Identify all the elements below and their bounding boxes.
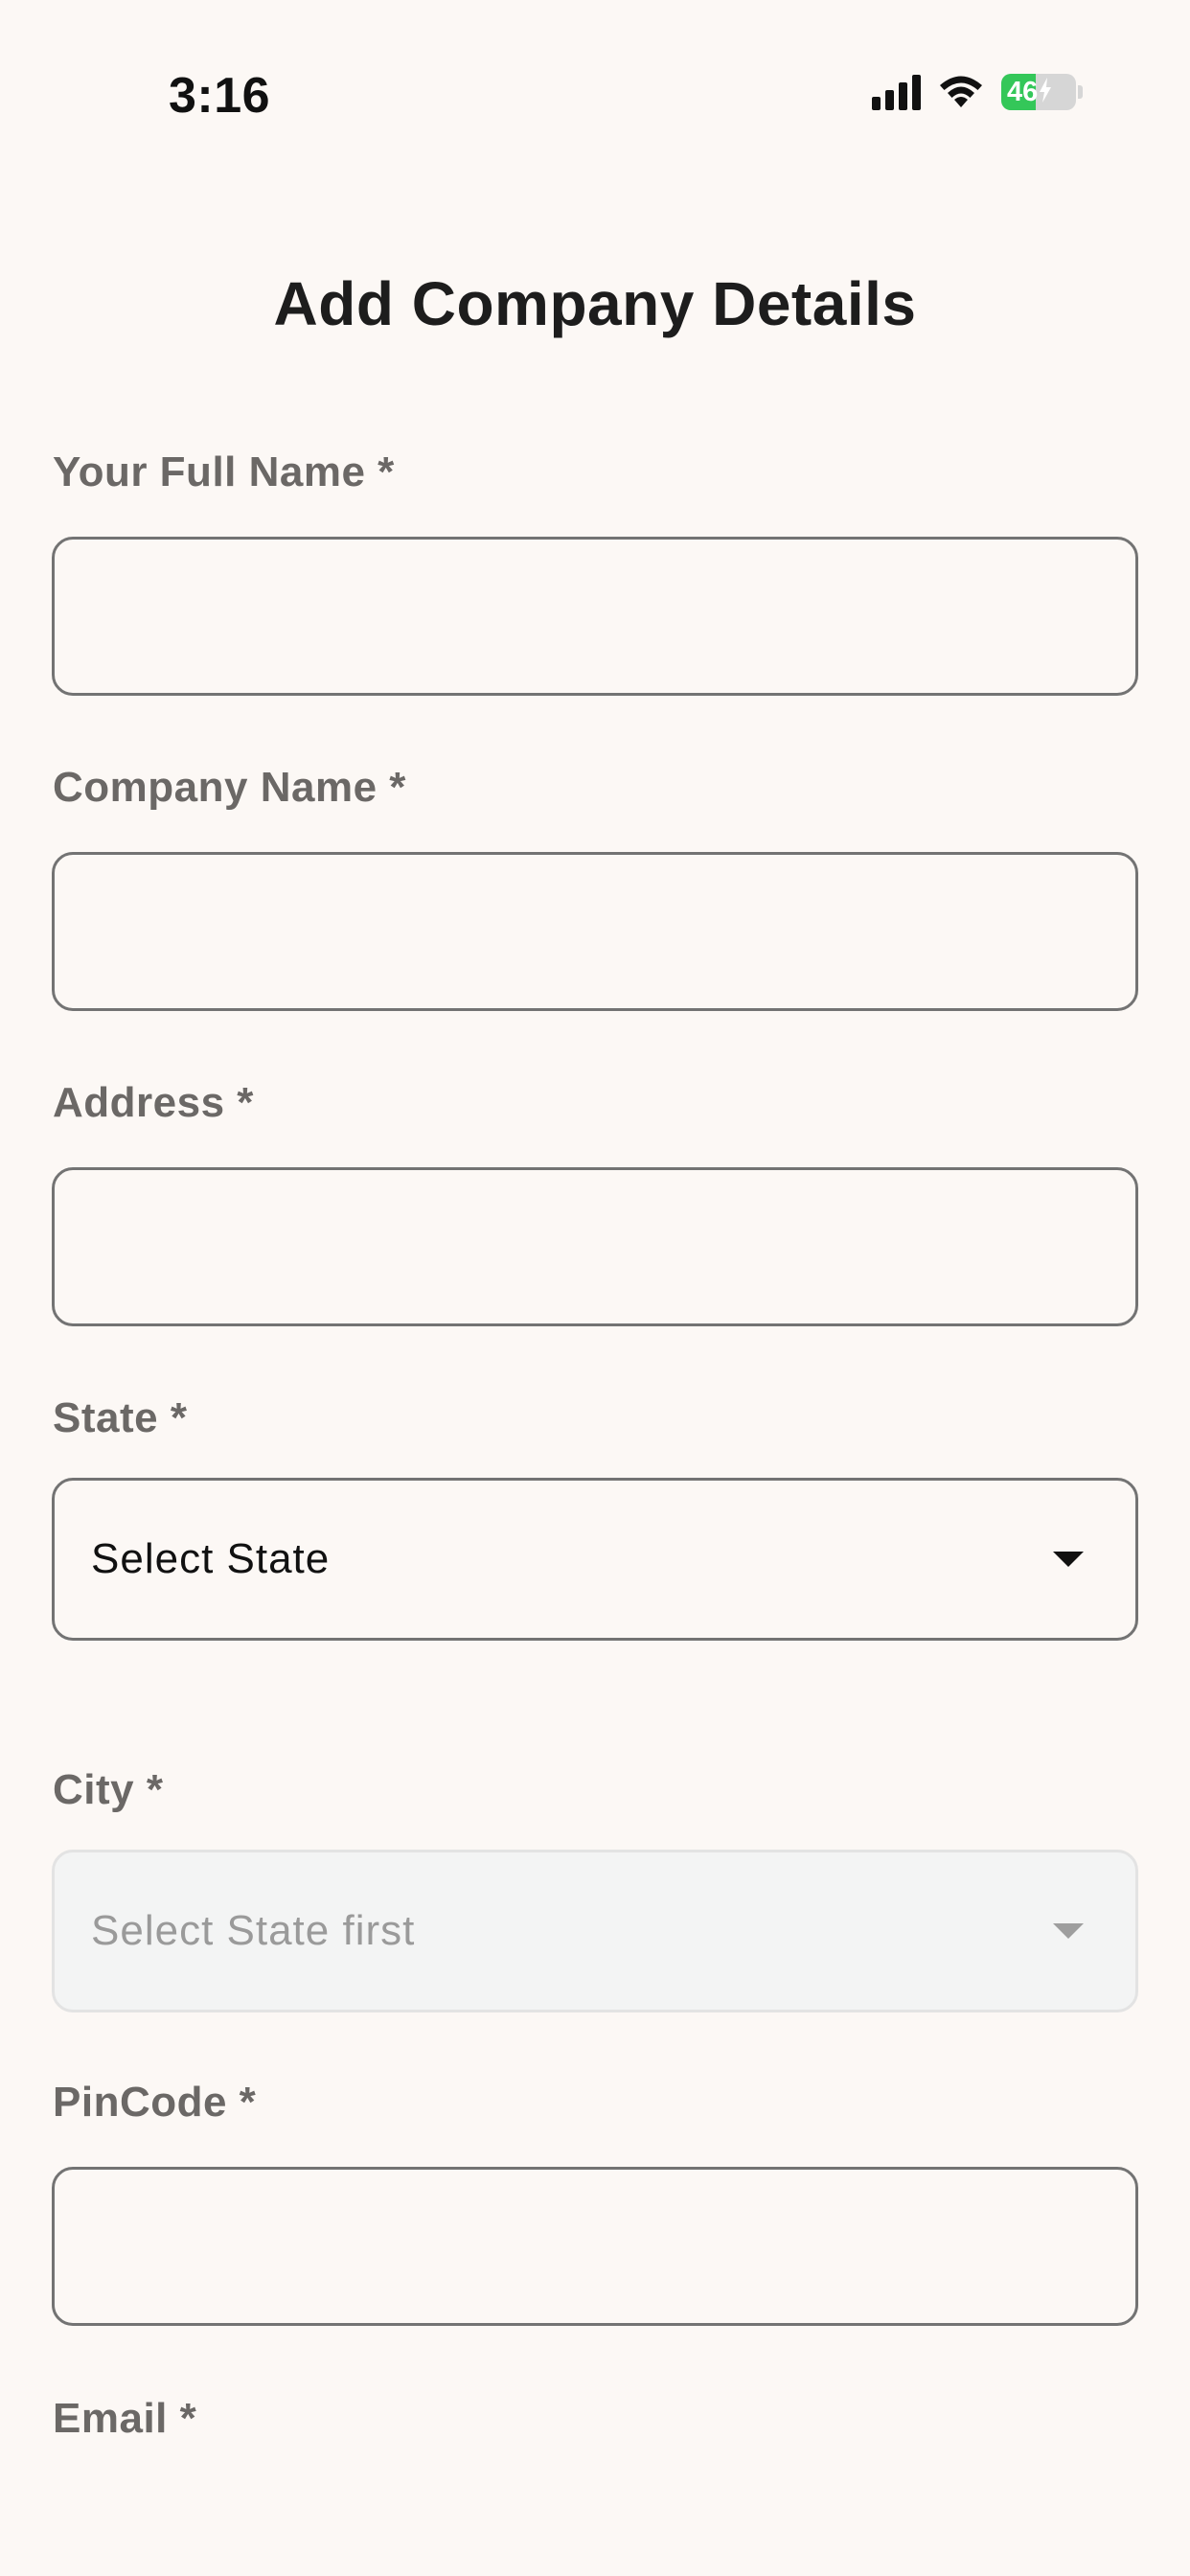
address-field[interactable]: [52, 1167, 1138, 1326]
battery-cap: [1078, 85, 1083, 99]
city-dropdown[interactable]: Select State first: [52, 1850, 1138, 2012]
caret-down-icon: [1053, 1923, 1084, 1939]
city-label: City *: [53, 1766, 164, 1813]
city-selected-value: Select State first: [91, 1907, 416, 1954]
full-name-field[interactable]: [52, 537, 1138, 696]
charging-bolt-icon: [1039, 77, 1052, 107]
status-time: 3:16: [169, 68, 271, 124]
address-input[interactable]: [55, 1170, 1135, 1323]
pincode-input[interactable]: [55, 2170, 1135, 2323]
pincode-field[interactable]: [52, 2167, 1138, 2326]
wifi-icon: [936, 73, 986, 111]
pincode-label: PinCode *: [53, 2079, 257, 2126]
address-label: Address *: [53, 1079, 254, 1126]
full-name-input[interactable]: [55, 540, 1135, 693]
email-label: Email *: [53, 2395, 197, 2442]
company-name-label: Company Name *: [53, 764, 406, 811]
signal-icon: [872, 74, 921, 110]
battery-percentage: 46: [1007, 76, 1039, 107]
caret-down-icon: [1053, 1552, 1084, 1567]
status-icons: 46: [872, 73, 1083, 111]
state-selected-value: Select State: [91, 1535, 331, 1582]
battery-icon: 46: [1001, 74, 1076, 110]
company-name-field[interactable]: [52, 852, 1138, 1011]
state-label: State *: [53, 1394, 188, 1441]
status-bar: 3:16 46: [0, 0, 1190, 192]
state-dropdown[interactable]: Select State: [52, 1478, 1138, 1641]
page-title: Add Company Details: [273, 269, 917, 338]
full-name-label: Your Full Name *: [53, 448, 395, 495]
company-name-input[interactable]: [55, 855, 1135, 1008]
